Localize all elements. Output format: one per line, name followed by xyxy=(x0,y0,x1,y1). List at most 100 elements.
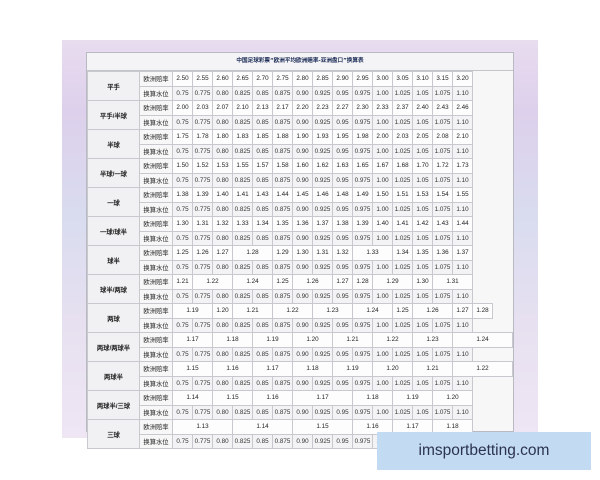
odds-cell: 2.13 xyxy=(252,100,273,116)
odds-cell: 2.65 xyxy=(232,71,253,87)
odds-cell: 1.31 xyxy=(312,245,333,261)
water-cell: 1.05 xyxy=(412,259,433,275)
odds-cell: 1.37 xyxy=(312,216,333,232)
water-cell: 0.825 xyxy=(232,230,253,246)
water-cell: 0.975 xyxy=(352,201,373,217)
handicap-label: 一球 xyxy=(87,187,140,217)
odds-cell: 2.37 xyxy=(392,100,413,116)
odds-cell: 1.25 xyxy=(172,245,193,261)
handicap-label: 两球半 xyxy=(87,361,140,391)
water-cell: 0.975 xyxy=(352,230,373,246)
row-label-odds: 欧洲赔率 xyxy=(139,71,173,87)
water-cell: 0.975 xyxy=(352,375,373,391)
handicap-label: 球半 xyxy=(87,245,140,275)
odds-cell: 1.18 xyxy=(352,390,393,406)
handicap-label: 半球 xyxy=(87,129,140,159)
odds-cell: 2.50 xyxy=(172,71,193,87)
water-cell: 0.825 xyxy=(232,114,253,130)
odds-cell: 1.19 xyxy=(392,390,433,406)
water-cell: 0.90 xyxy=(292,288,313,304)
water-cell: 0.85 xyxy=(252,433,273,449)
odds-cell: 1.37 xyxy=(452,245,473,261)
water-cell: 1.00 xyxy=(372,288,393,304)
water-cell: 0.925 xyxy=(312,404,333,420)
odds-cell: 1.33 xyxy=(232,216,253,232)
water-cell: 0.875 xyxy=(272,288,293,304)
water-cell: 0.825 xyxy=(232,346,253,362)
table-row: 换算水位 0.75 0.775 0.80 0.825 0.85 0.875 0.90 0.925… xyxy=(88,201,513,217)
water-cell: 0.80 xyxy=(212,114,233,130)
water-cell: 0.95 xyxy=(332,259,353,275)
odds-cell: 1.15 xyxy=(292,419,353,435)
odds-cell: 1.16 xyxy=(212,361,253,377)
water-cell: 0.75 xyxy=(172,230,193,246)
water-cell: 0.925 xyxy=(312,230,333,246)
odds-cell: 1.41 xyxy=(392,216,413,232)
water-cell: 0.775 xyxy=(192,404,213,420)
table-row: 换算水位 0.75 0.775 0.80 0.825 0.85 0.875 0.90 0.925… xyxy=(88,346,513,362)
water-cell: 1.025 xyxy=(392,114,413,130)
water-cell: 0.90 xyxy=(292,259,313,275)
water-cell: 1.075 xyxy=(432,143,453,159)
odds-cell: 2.23 xyxy=(312,100,333,116)
table-row: 一球/球半 欧洲赔率 1.30 1.31 1.32 1.33 1.34 1.35 1.36 1.3… xyxy=(87,216,513,246)
water-cell: 0.85 xyxy=(252,172,273,188)
water-cell: 1.075 xyxy=(432,201,453,217)
odds-cell: 1.50 xyxy=(172,158,193,174)
water-cell: 1.05 xyxy=(412,172,433,188)
water-cell: 1.025 xyxy=(392,230,413,246)
water-cell: 0.95 xyxy=(332,317,353,333)
water-cell: 0.90 xyxy=(292,317,313,333)
water-cell: 0.85 xyxy=(252,259,273,275)
odds-cell: 1.15 xyxy=(212,390,253,406)
row-label-odds: 欧洲赔率 xyxy=(139,332,173,348)
odds-cell: 1.58 xyxy=(272,158,293,174)
water-cell: 0.925 xyxy=(312,143,333,159)
row-label-odds: 欧洲赔率 xyxy=(139,361,173,377)
odds-cell: 3.05 xyxy=(392,71,413,87)
odds-cell: 1.25 xyxy=(272,274,293,290)
water-cell: 0.875 xyxy=(272,143,293,159)
water-cell: 1.075 xyxy=(432,317,453,333)
water-cell: 1.10 xyxy=(452,346,473,362)
water-cell: 0.875 xyxy=(272,259,293,275)
water-cell: 0.875 xyxy=(272,346,293,362)
water-cell: 0.75 xyxy=(172,143,193,159)
water-cell: 0.90 xyxy=(292,172,313,188)
odds-cell: 2.00 xyxy=(172,100,193,116)
water-cell: 0.85 xyxy=(252,404,273,420)
water-cell: 0.975 xyxy=(352,433,373,449)
water-cell: 1.05 xyxy=(412,346,433,362)
odds-cell: 1.39 xyxy=(352,216,373,232)
image-frame: 中国足球彩票“欧洲平均欧洲赔率-亚洲盘口”换算表 平手 欧洲赔率 2.50 2.55 2… xyxy=(62,40,538,449)
water-cell: 1.075 xyxy=(432,404,453,420)
odds-cell: 2.10 xyxy=(452,129,473,145)
water-cell: 0.825 xyxy=(232,172,253,188)
water-cell: 0.975 xyxy=(352,259,373,275)
water-cell: 0.90 xyxy=(292,433,313,449)
handicap-label: 半球/一球 xyxy=(87,158,140,188)
odds-cell: 1.29 xyxy=(372,274,413,290)
odds-cell: 1.28 xyxy=(352,274,373,290)
table-row: 一球 欧洲赔率 1.38 1.39 1.40 1.41 1.43 1.44 1.45 1.46 1.… xyxy=(87,187,513,217)
odds-cell: 1.45 xyxy=(292,187,313,203)
odds-cell: 1.26 xyxy=(192,245,213,261)
odds-cell: 1.50 xyxy=(372,187,393,203)
odds-cell: 1.17 xyxy=(252,361,293,377)
water-cell: 1.00 xyxy=(372,114,393,130)
water-cell: 0.85 xyxy=(252,375,273,391)
handicap-label: 三球 xyxy=(87,419,140,449)
row-label-water: 换算水位 xyxy=(139,288,173,304)
table-body: 平手 欧洲赔率 2.50 2.55 2.60 2.65 2.70 2.75 2.80 2.85 2.… xyxy=(87,71,513,449)
water-cell: 0.925 xyxy=(312,433,333,449)
water-cell: 0.925 xyxy=(312,375,333,391)
water-cell: 1.05 xyxy=(412,230,433,246)
odds-cell: 2.07 xyxy=(212,100,233,116)
odds-cell: 1.39 xyxy=(192,187,213,203)
handicap-label: 球半/两球 xyxy=(87,274,140,304)
table-row: 两球 欧洲赔率 1.19 1.20 1.21 1.22 1.23 1.24 1.25 1.26 1.… xyxy=(87,303,513,333)
odds-cell: 1.21 xyxy=(412,361,453,377)
water-cell: 0.90 xyxy=(292,143,313,159)
odds-cell: 1.57 xyxy=(252,158,273,174)
water-cell: 0.75 xyxy=(172,172,193,188)
